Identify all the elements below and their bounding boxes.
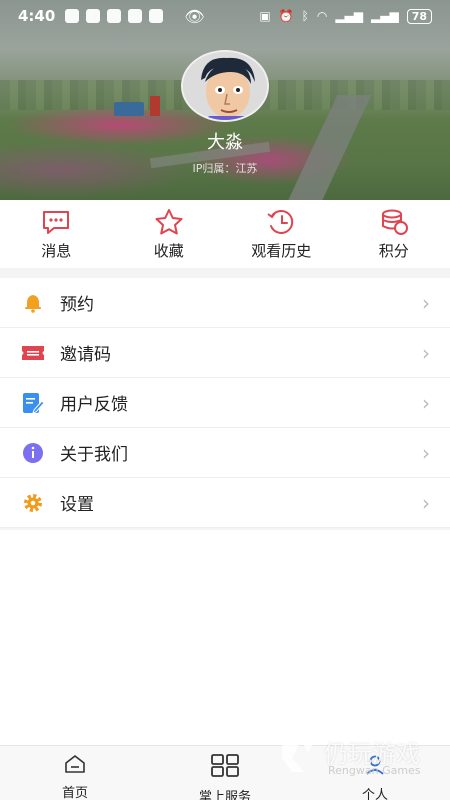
menu-item-about-us[interactable]: 关于我们 › (0, 428, 450, 478)
quick-action-messages[interactable]: 消息 (0, 200, 113, 268)
message-icon (40, 208, 72, 236)
chevron-right-icon: › (422, 290, 430, 315)
home-icon (64, 754, 86, 778)
signal-icon: ▂▄▆ (335, 9, 363, 23)
avatar[interactable] (181, 50, 269, 122)
nfc-icon: ▣ (259, 9, 271, 23)
nav-profile[interactable]: 个人 (300, 746, 450, 800)
nav-label: 掌上服务 (198, 790, 251, 800)
bluetooth-icon: ᛒ (301, 9, 309, 23)
ip-value: 江苏 (235, 162, 258, 175)
ip-label: IP归属： (192, 162, 236, 175)
notification-app-icon (86, 9, 101, 23)
nav-services[interactable]: 掌上服务 (150, 746, 300, 800)
nav-home[interactable]: 首页 (0, 746, 150, 800)
menu-item-label: 关于我们 (60, 445, 128, 465)
ip-location: IP归属：江苏 (0, 160, 450, 176)
notification-app-icon (149, 9, 164, 23)
menu-item-settings[interactable]: 设置 › (0, 478, 450, 528)
profile-header: 4:40 👁 ▣ ⏰ ᛒ ◠ ▂▄▆ ▂▄▆ 78 大淼 IP归属：江苏 (0, 0, 450, 200)
ticket-icon (20, 342, 46, 364)
bottom-navigation: 首页 掌上服务 个人 (0, 745, 450, 800)
alarm-icon: ⏰ (278, 9, 294, 23)
chevron-right-icon: › (422, 490, 430, 515)
wifi-icon: ◠ (316, 9, 328, 23)
quick-action-label: 积分 (378, 242, 409, 260)
menu-item-feedback[interactable]: 用户反馈 › (0, 378, 450, 428)
chevron-right-icon: › (422, 340, 430, 365)
avatar-cartoon-face (183, 52, 267, 120)
user-icon (364, 754, 386, 780)
quick-action-points[interactable]: 积分 (338, 200, 450, 268)
gear-icon (20, 492, 46, 514)
history-icon (265, 208, 297, 236)
info-icon (20, 442, 46, 464)
status-bar: 4:40 👁 ▣ ⏰ ᛒ ◠ ▂▄▆ ▂▄▆ 78 (0, 0, 450, 32)
bell-icon (20, 292, 46, 314)
user-name: 大淼 (207, 132, 243, 153)
quick-action-label: 观看历史 (251, 242, 312, 260)
quick-action-history[interactable]: 观看历史 (225, 200, 338, 268)
menu-item-label: 用户反馈 (60, 395, 128, 415)
menu-item-label: 预约 (60, 295, 94, 315)
quick-action-label: 消息 (41, 242, 72, 260)
settings-menu: 预约 › 邀请码 › 用户反馈 › 关于我们 › 设置 › (0, 278, 450, 528)
chevron-right-icon: › (422, 440, 430, 465)
eye-icon: 👁 (184, 6, 205, 26)
menu-item-label: 邀请码 (60, 345, 111, 365)
menu-item-label: 设置 (60, 495, 94, 515)
feedback-icon (20, 392, 46, 414)
grid-icon (211, 754, 239, 782)
quick-action-label: 收藏 (153, 242, 184, 260)
nav-label: 首页 (61, 786, 88, 800)
menu-item-invite-code[interactable]: 邀请码 › (0, 328, 450, 378)
nav-label: 个人 (361, 788, 388, 800)
content-blank-area (0, 530, 450, 745)
chevron-right-icon: › (422, 390, 430, 415)
quick-actions: 消息 收藏 观看历史 积分 (0, 200, 450, 268)
battery-indicator: 78 (406, 8, 432, 24)
menu-item-reservation[interactable]: 预约 › (0, 278, 450, 328)
star-icon (153, 208, 185, 236)
status-time: 4:40 (18, 7, 56, 25)
header-background-windmill (150, 96, 160, 116)
notification-app-icon (128, 9, 143, 23)
notification-app-icon (65, 9, 80, 23)
notification-app-icon (107, 9, 122, 23)
header-background-house (114, 102, 144, 116)
quick-action-favorites[interactable]: 收藏 (113, 200, 226, 268)
signal-icon: ▂▄▆ (371, 9, 399, 23)
points-icon (378, 208, 410, 236)
